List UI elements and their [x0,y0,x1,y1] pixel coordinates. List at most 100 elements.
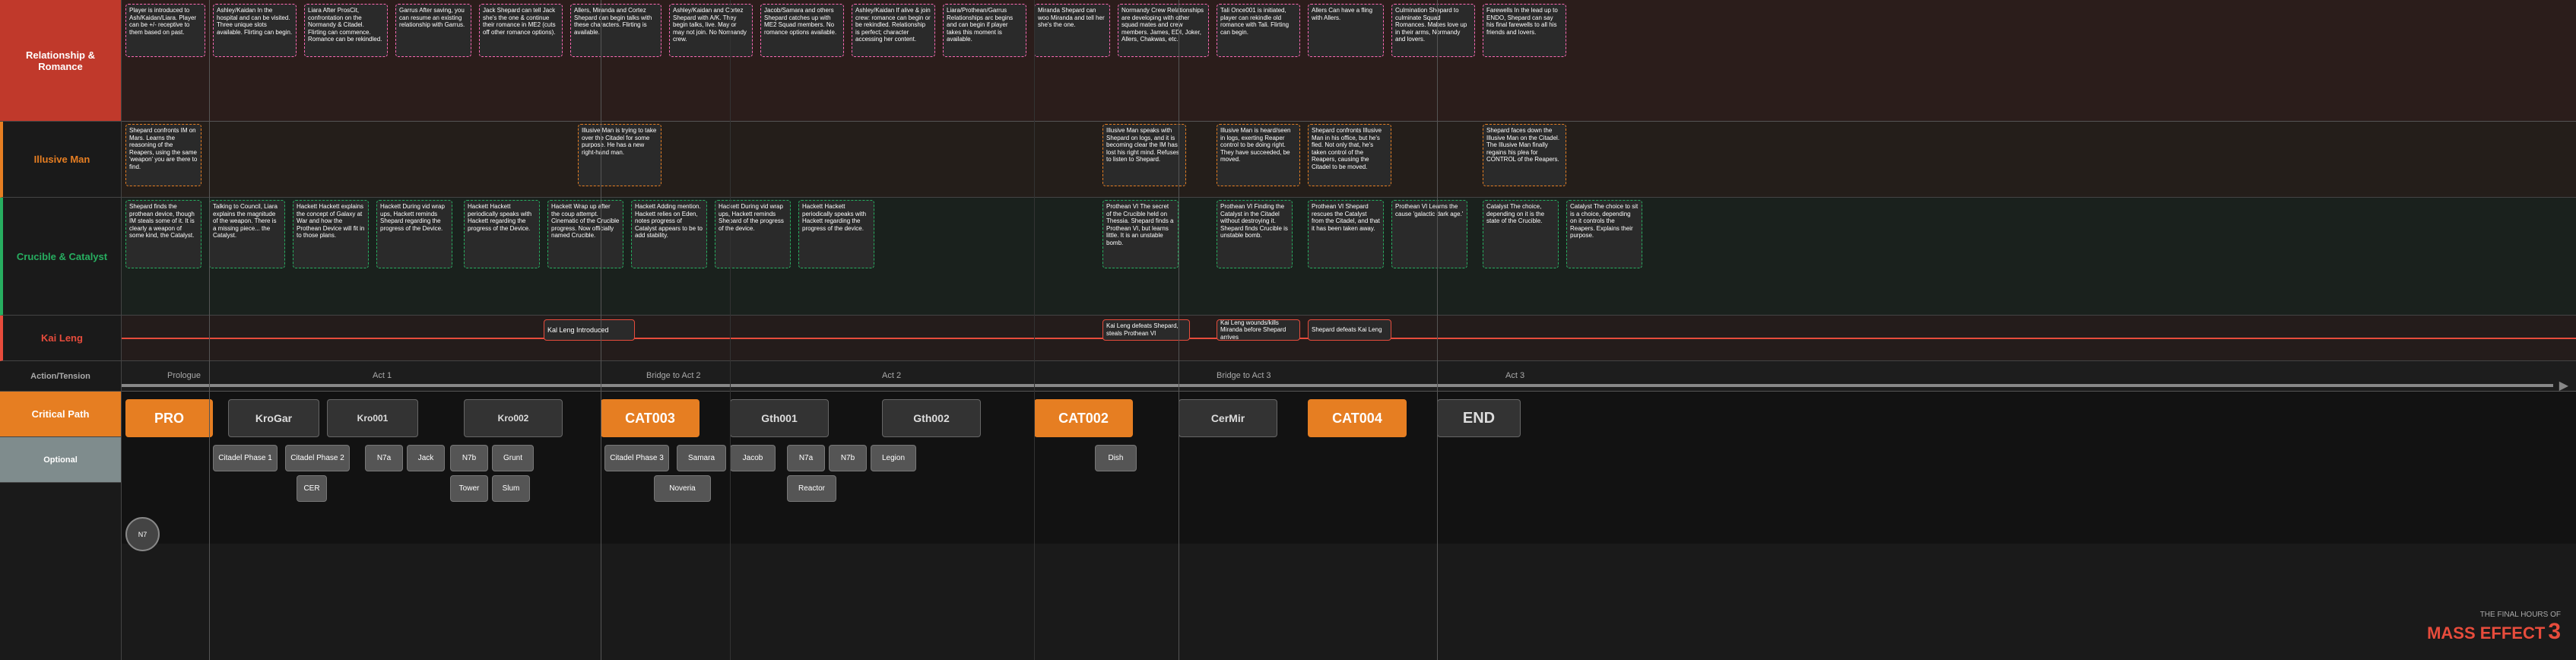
timeline-arrow [122,384,2553,387]
opt-n7a-2: N7a [787,445,825,471]
opt-n7b-2: N7b [829,445,867,471]
sidebar-relationship: Relationship & Romance [0,0,121,122]
card-c1: Shepard finds the prothean device, thoug… [125,200,201,268]
opt-tower: Tower [450,475,488,502]
card-r14: Allers Can have a fling with Allers. [1308,4,1384,57]
sidebar-optional-label: Optional [43,455,78,465]
card-r6: Allers, Miranda and Cortez Shepard can b… [570,4,661,57]
opt-cit-phase2: Citadel Phase 2 [285,445,350,471]
cp-PRO: PRO [125,399,213,437]
me3-logo-num: 3 [2548,619,2561,645]
divider-4 [1034,0,1035,660]
card-r1: Player is introduced to Ash/Kaidan/Liara… [125,4,205,57]
sidebar-action: Action/Tension [0,361,121,392]
opt-cer: CER [297,475,327,502]
card-c14: Catalyst The choice, depending on it is … [1483,200,1559,268]
card-c11: Prothean VI Finding the Catalyst in the … [1217,200,1293,268]
opt-samara: Samara [677,445,726,471]
cp-krogar: KroGar [228,399,319,437]
cp-gth002: Gth002 [882,399,981,437]
phase-prologue: Prologue [167,371,201,380]
card-r2: Ashley/Kaidan In the hospital and can be… [213,4,297,57]
opt-legion: Legion [871,445,916,471]
card-r4: Garrus After saving, you can resume an e… [395,4,471,57]
card-im1: Shepard confronts IM on Mars. Learns the… [125,124,201,186]
n7-circle-main: N7 [125,517,160,551]
opt-grunt: Grunt [492,445,534,471]
card-im3: Illusive Man speaks with Shepard on logs… [1102,124,1186,186]
content-area: Prologue Act 1 Bridge to Act 2 Act 2 Bri… [122,0,2576,660]
sidebar-action-label: Action/Tension [30,372,90,381]
opt-jacob: Jacob [730,445,776,471]
sidebar: Relationship & Romance Illusive Man Cruc… [0,0,122,660]
card-c6: Hackett Wrap up after the coup attempt. … [547,200,623,268]
cp-end: END [1437,399,1521,437]
card-r12: Normandy Crew Relationships are developi… [1118,4,1209,57]
opt-slum: Slum [492,475,530,502]
card-c13: Prothean VI Learns the cause 'galactic d… [1391,200,1467,268]
card-c7: Hackett Adding mention. Hackett relies o… [631,200,707,268]
me3-logo-subtitle: MASS EFFECT [2427,624,2545,643]
cp-cat002: CAT002 [1034,399,1133,437]
kaileng-defeats: Kai Leng defeats Shepard, steals Prothea… [1102,319,1190,341]
sidebar-illusive: Illusive Man [0,122,121,198]
sidebar-critical-label: Critical Path [32,408,90,420]
card-c5: Hackett Hackett periodically speaks with… [464,200,540,268]
cp-kro002: Kro002 [464,399,563,437]
card-r15: Culmination Shepard to culminate Squad R… [1391,4,1475,57]
card-r3: Liara After ProsCit, confrontation on th… [304,4,388,57]
phase-act2: Act 2 [882,371,901,380]
sidebar-kaileng: Kai Leng [0,316,121,361]
divider-1 [209,0,210,660]
opt-cit-phase3: Citadel Phase 3 [604,445,669,471]
card-c3: Hackett Hackett explains the concept of … [293,200,369,268]
band-action [122,361,2576,392]
phase-act3: Act 3 [1505,371,1524,380]
sidebar-illusive-label: Illusive Man [34,154,90,165]
opt-n7b-1: N7b [450,445,488,471]
sidebar-crucible-label: Crucible & Catalyst [17,251,107,262]
main-container: Relationship & Romance Illusive Man Cruc… [0,0,2576,660]
card-r11: Miranda Shepard can woo Miranda and tell… [1034,4,1110,57]
sidebar-relationship-label: Relationship & Romance [3,49,118,72]
opt-dish: Dish [1095,445,1137,471]
opt-noveria: Noveria [654,475,711,502]
card-c15: Catalyst The choice to sit is a choice, … [1566,200,1642,268]
card-r10: Liara/Prothean/Garrus Relationships arc … [943,4,1026,57]
cp-cat004: CAT004 [1308,399,1407,437]
shepard-defeats-kaileng: Shepard defeats Kai Leng [1308,319,1391,341]
card-r13: Tali Once001 is initiated, player can re… [1217,4,1300,57]
phase-bridge2: Bridge to Act 3 [1217,371,1271,380]
sidebar-kaileng-label: Kai Leng [41,332,83,344]
cp-cermir: CerMir [1179,399,1277,437]
card-c4: Hackett During vid wrap ups, Hackett rem… [376,200,452,268]
card-c8: Hackett During vid wrap ups, Hackett rem… [715,200,791,268]
cp-gth001: Gth001 [730,399,829,437]
cp-cat003: CAT003 [601,399,700,437]
card-im6: Shepard faces down the Illusive Man on t… [1483,124,1566,186]
card-c2: Talking to Council, Liara explains the m… [209,200,285,268]
me3-logo-title: THE FINAL HOURS OF [2427,611,2561,619]
card-im4: Illusive Man is heard/seen in logs, exer… [1217,124,1300,186]
card-im5: Shepard confronts Illusive Man in his of… [1308,124,1391,186]
card-c10: Prothean VI The secret of the Crucible h… [1102,200,1179,268]
opt-jack: Jack [407,445,445,471]
kaileng-wounds: Kai Leng wounds/kills Miranda before She… [1217,319,1300,341]
card-r5: Jack Shepard can tell Jack she's the one… [479,4,563,57]
phase-bridge1: Bridge to Act 2 [646,371,701,380]
card-r7: Ashley/Kaidan and Cortez Shepard with A/… [669,4,753,57]
card-c12: Prothean VI Shepard rescues the Catalyst… [1308,200,1384,268]
divider-3 [730,0,731,660]
card-r8: Jacob/Samara and others Shepard catches … [760,4,844,57]
sidebar-crucible: Crucible & Catalyst [0,198,121,316]
divider-6 [1437,0,1438,660]
card-r9: Ashley/Kaidan If alive & join crew: roma… [852,4,935,57]
sidebar-critical: Critical Path [0,392,121,437]
card-r16: Farewells In the lead up to ENDO, Shepar… [1483,4,1566,57]
card-c9: Hackett Hackett periodically speaks with… [798,200,874,268]
sidebar-optional: Optional [0,437,121,483]
cp-kro001: Kro001 [327,399,418,437]
opt-reactor: Reactor [787,475,836,502]
opt-n7a-1: N7a [365,445,403,471]
me3-logo: THE FINAL HOURS OF MASS EFFECT 3 [2427,611,2561,645]
